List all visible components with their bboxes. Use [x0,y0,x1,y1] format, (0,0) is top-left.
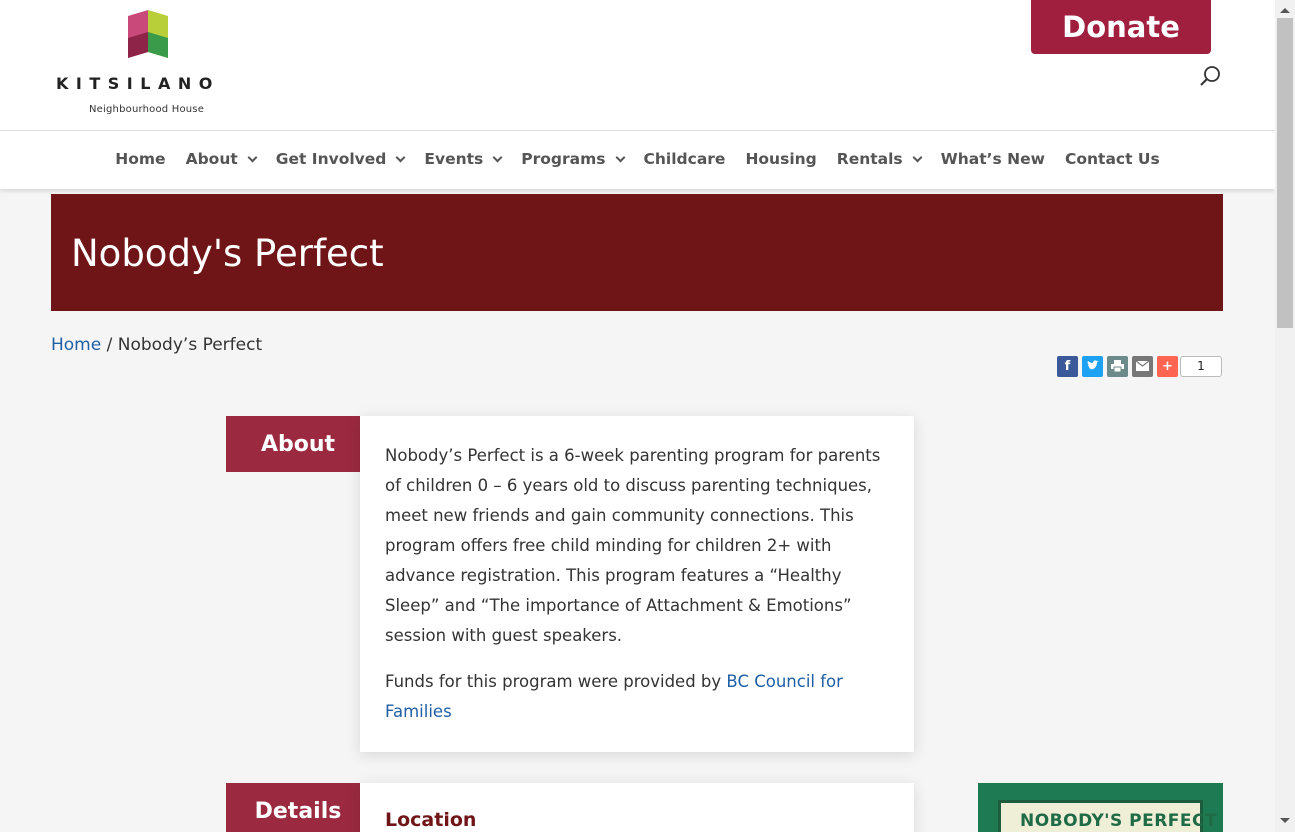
details-card: Location [360,783,914,832]
about-tab-label: About [226,416,360,472]
nav-label: Contact Us [1064,150,1160,168]
search-icon[interactable] [1199,64,1223,88]
poster-title: NOBODY'S PERFECT [1020,811,1218,831]
chevron-down-icon [492,152,503,163]
page-title: Nobody's Perfect [71,232,384,275]
nav-item-about[interactable]: About [185,150,258,168]
logo-wordmark: KITSILANO [56,74,220,93]
scroll-down-icon[interactable] [1280,818,1290,823]
location-heading: Location [385,809,477,831]
main-nav: Home About Get Involved Events Programs … [0,131,1275,189]
nav-item-get-involved[interactable]: Get Involved [275,150,406,168]
add-share-icon[interactable]: + [1157,355,1178,377]
donate-button[interactable]: Donate [1031,0,1211,54]
share-bar: f + 1 [1057,355,1222,377]
nav-item-programs[interactable]: Programs [521,150,625,168]
facebook-icon[interactable]: f [1057,355,1078,377]
funds-text: Funds for this program were provided by … [385,667,889,727]
nav-item-rentals[interactable]: Rentals [836,150,923,168]
nav-item-whats-new[interactable]: What’s New [941,150,1045,168]
email-icon[interactable] [1132,355,1153,377]
nav-label: What’s New [940,150,1045,168]
share-count: 1 [1180,355,1222,377]
logo-mark-icon [128,10,168,58]
nav-label: Programs [521,150,606,168]
nav-item-childcare[interactable]: Childcare [644,150,726,168]
breadcrumb: Home / Nobody’s Perfect [51,335,262,355]
breadcrumb-separator: / [106,335,113,355]
logo-subtitle: Neighbourhood House [89,104,205,115]
scrollbar-thumb[interactable] [1277,18,1293,328]
nav-item-home[interactable]: Home [115,150,165,168]
nav-item-housing[interactable]: Housing [745,150,816,168]
nav-label: Childcare [643,150,726,168]
nav-label: Rentals [836,150,903,168]
page-hero-banner: Nobody's Perfect [51,194,1223,311]
chevron-down-icon [247,152,258,163]
site-header: KITSILANO Neighbourhood House Donate [0,0,1275,131]
nav-label: About [185,150,238,168]
nav-label: Housing [745,150,817,168]
about-description: Nobody’s Perfect is a 6-week parenting p… [385,446,881,645]
scroll-up-icon[interactable] [1280,8,1290,13]
nav-label: Events [424,150,484,168]
site-logo[interactable]: KITSILANO Neighbourhood House [56,8,246,120]
nav-label: Get Involved [275,150,387,168]
twitter-icon[interactable] [1082,355,1103,377]
funds-prefix: Funds for this program were provided by [385,672,727,691]
breadcrumb-home-link[interactable]: Home [51,335,101,355]
nav-label: Home [115,150,166,168]
nav-item-events[interactable]: Events [424,150,503,168]
chevron-down-icon [615,152,625,163]
details-tab-label: Details [226,783,360,832]
print-icon[interactable] [1107,355,1128,377]
nav-item-contact-us[interactable]: Contact Us [1065,150,1160,168]
chevron-down-icon [395,152,406,163]
breadcrumb-current: Nobody’s Perfect [117,335,263,355]
program-poster-image: NOBODY'S PERFECT [978,783,1223,832]
chevron-down-icon [912,152,923,163]
about-card: Nobody’s Perfect is a 6-week parenting p… [360,416,914,752]
